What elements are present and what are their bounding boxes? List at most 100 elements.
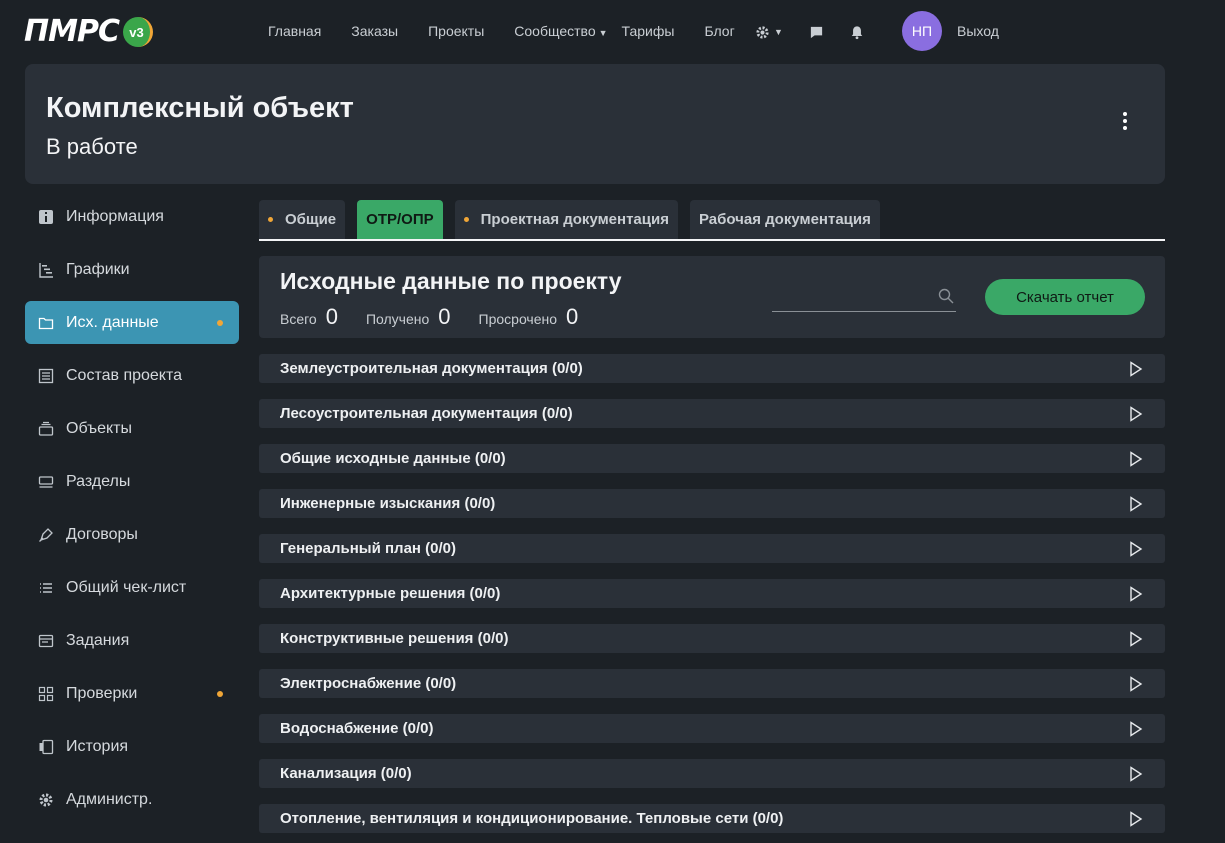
section-label: Общие исходные данные (0/0) — [280, 450, 506, 467]
top-navbar: ПМРС v3 Главная Заказы Проекты Сообществ… — [0, 0, 1225, 62]
nav-projects[interactable]: Проекты — [428, 23, 484, 39]
section-label: Генеральный план (0/0) — [280, 540, 457, 557]
section-label: Землеустроительная документация (0/0) — [280, 360, 583, 377]
search-box — [772, 284, 956, 312]
search-input[interactable] — [772, 284, 922, 310]
section-label: Канализация (0/0) — [280, 765, 412, 782]
logo-text: ПМРС — [24, 14, 120, 49]
section-label: Архитектурные решения (0/0) — [280, 585, 501, 602]
pen-icon — [37, 526, 55, 544]
avatar[interactable]: НП — [902, 11, 942, 51]
play-arrow-icon — [1130, 631, 1143, 647]
section-label: Инженерные изыскания (0/0) — [280, 495, 496, 512]
sidebar-item-label: Задания — [66, 631, 130, 649]
status-dot — [217, 691, 223, 697]
stat-overdue-value: 0 — [566, 304, 579, 329]
section-row[interactable]: Общие исходные данные (0/0) — [259, 444, 1165, 473]
sidebar-item-objects[interactable]: Объекты — [25, 407, 239, 450]
play-arrow-icon — [1130, 451, 1143, 467]
book-icon — [37, 367, 55, 385]
sidebar-item-info[interactable]: Информация — [25, 195, 239, 238]
page-title: Комплексный объект — [46, 92, 354, 124]
sidebar-item-label: Администр. — [66, 790, 153, 808]
play-arrow-icon — [1130, 496, 1143, 512]
nav-orders[interactable]: Заказы — [351, 23, 398, 39]
section-row[interactable]: Канализация (0/0) — [259, 759, 1165, 788]
sidebar-item-contracts[interactable]: Договоры — [25, 513, 239, 556]
play-arrow-icon — [1130, 541, 1143, 557]
play-arrow-icon — [1130, 586, 1143, 602]
section-row[interactable]: Водоснабжение (0/0) — [259, 714, 1165, 743]
sidebar: Информация Графики Исх. данные Состав пр… — [25, 195, 239, 831]
section-row[interactable]: Землеустроительная документация (0/0) — [259, 354, 1165, 383]
nav-community-label: Сообщество — [514, 23, 596, 39]
sidebar-item-label: Информация — [66, 207, 164, 225]
sidebar-item-label: Объекты — [66, 419, 132, 437]
sidebar-item-label: Состав проекта — [66, 366, 183, 384]
tab-label: ОТР/ОПР — [366, 211, 434, 228]
section-label: Электроснабжение (0/0) — [280, 675, 457, 692]
tab-label: Общие — [285, 211, 337, 228]
bell-icon — [851, 25, 863, 39]
logout-link[interactable]: Выход — [957, 23, 999, 39]
sidebar-item-source-data[interactable]: Исх. данные — [25, 301, 239, 344]
section-row[interactable]: Генеральный план (0/0) — [259, 534, 1165, 563]
sidebar-item-charts[interactable]: Графики — [25, 248, 239, 291]
folder-icon — [37, 314, 55, 332]
play-arrow-icon — [1130, 406, 1143, 422]
section-row[interactable]: Отопление, вентиляция и кондиционировани… — [259, 804, 1165, 833]
stat-received-label: Получено — [365, 311, 430, 327]
sections-icon — [37, 473, 55, 491]
gear-icon — [37, 791, 55, 809]
sidebar-item-tasks[interactable]: Задания — [25, 619, 239, 662]
download-report-button[interactable]: Скачать отчет — [985, 279, 1145, 315]
play-arrow-icon — [1130, 766, 1143, 782]
nav-community[interactable]: Сообщество ▼ — [514, 23, 607, 39]
grid-icon — [37, 685, 55, 703]
more-options-icon[interactable] — [1115, 112, 1135, 136]
stat-overdue-label: Просрочено — [478, 311, 558, 327]
tab-general[interactable]: Общие — [259, 200, 346, 239]
sidebar-item-checklist[interactable]: Общий чек-лист — [25, 566, 239, 609]
settings-menu[interactable]: ▼ — [755, 25, 783, 40]
sections-list: Землеустроительная документация (0/0) Ле… — [259, 354, 1165, 843]
stat-received-value: 0 — [438, 304, 451, 329]
section-row[interactable]: Лесоустроительная документация (0/0) — [259, 399, 1165, 428]
tab-project-docs[interactable]: Проектная документация — [454, 200, 678, 239]
section-label: Водоснабжение (0/0) — [280, 720, 434, 737]
section-row[interactable]: Инженерные изыскания (0/0) — [259, 489, 1165, 518]
sidebar-item-sections[interactable]: Разделы — [25, 460, 239, 503]
sidebar-item-label: Проверки — [66, 684, 138, 702]
sidebar-item-history[interactable]: История — [25, 725, 239, 768]
play-arrow-icon — [1130, 361, 1143, 377]
panel-title: Исходные данные по проекту — [280, 268, 622, 294]
status-dot — [217, 320, 223, 326]
main-nav: Главная Заказы Проекты Сообщество ▼ Тариф… — [268, 0, 765, 62]
gear-icon — [756, 25, 769, 39]
nav-blog[interactable]: Блог — [704, 23, 734, 39]
section-row[interactable]: Архитектурные решения (0/0) — [259, 579, 1165, 608]
tab-otr-opr[interactable]: ОТР/ОПР — [357, 200, 443, 239]
notifications-button[interactable] — [850, 25, 864, 40]
sidebar-item-admin[interactable]: Администр. — [25, 778, 239, 821]
gantt-icon — [37, 261, 55, 279]
section-row[interactable]: Электроснабжение (0/0) — [259, 669, 1165, 698]
doc-tabs: Общие ОТР/ОПР Проектная документация Раб… — [259, 200, 1165, 241]
section-row[interactable]: Конструктивные решения (0/0) — [259, 624, 1165, 653]
search-icon[interactable] — [938, 288, 954, 304]
nav-tariffs[interactable]: Тарифы — [622, 23, 675, 39]
sidebar-item-label: Исх. данные — [66, 313, 159, 331]
section-label: Конструктивные решения (0/0) — [280, 630, 509, 647]
history-icon — [37, 738, 55, 756]
sidebar-item-composition[interactable]: Состав проекта — [25, 354, 239, 397]
sidebar-item-label: История — [66, 737, 129, 755]
stats: Всего 0 Получено 0 Просрочено 0 — [280, 304, 606, 330]
stat-total-value: 0 — [325, 304, 338, 329]
sidebar-item-checks[interactable]: Проверки — [25, 672, 239, 715]
section-label: Лесоустроительная документация (0/0) — [280, 405, 573, 422]
messages-button[interactable] — [809, 25, 824, 40]
logo[interactable]: ПМРС v3 — [24, 16, 153, 48]
nav-home[interactable]: Главная — [268, 23, 321, 39]
source-data-panel: Исходные данные по проекту Всего 0 Получ… — [259, 256, 1165, 338]
tab-working-docs[interactable]: Рабочая документация — [689, 200, 880, 239]
